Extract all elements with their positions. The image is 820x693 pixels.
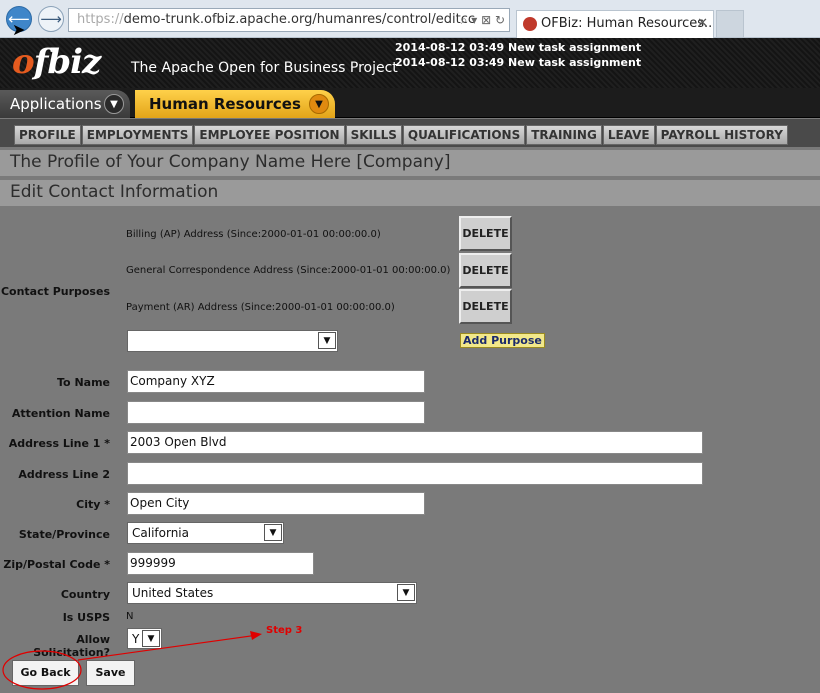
submenu-bar: PROFILE EMPLOYMENTS EMPLOYEE POSITION SKILL… bbox=[0, 119, 820, 147]
chevron-down-icon[interactable]: ▼ bbox=[104, 94, 124, 114]
zip-code-field[interactable]: 999999 bbox=[127, 552, 314, 575]
state-province-select[interactable]: California ▼ bbox=[127, 522, 284, 544]
browser-forward-icon[interactable]: ⟶ bbox=[38, 6, 64, 32]
address-line2-label: Address Line 2 bbox=[18, 468, 110, 481]
tab-employee-position[interactable]: EMPLOYEE POSITION bbox=[194, 125, 345, 145]
address-actions-icon[interactable]: ⌕ ▾ ⊠ ↻ bbox=[461, 9, 505, 31]
country-label: Country bbox=[60, 588, 110, 601]
ofbiz-favicon-icon bbox=[523, 17, 537, 31]
browser-toolbar: ⟵ ⟶ https://demo-trunk.ofbiz.apache.org/… bbox=[0, 0, 820, 39]
chevron-down-icon[interactable]: ▼ bbox=[264, 524, 282, 541]
tab-employments[interactable]: EMPLOYMENTS bbox=[81, 125, 194, 145]
purpose-general-correspondence: General Correspondence Address (Since:20… bbox=[126, 265, 451, 276]
contact-purposes-label: Contact Purposes bbox=[0, 285, 110, 298]
section-title: Edit Contact Information bbox=[0, 180, 820, 206]
arrow-head-icon bbox=[250, 631, 262, 640]
browser-tab-ofbiz[interactable]: OFBiz: Human Resources... ✕ bbox=[516, 10, 714, 38]
delete-payment-button[interactable]: DELETE bbox=[459, 289, 512, 324]
state-province-label: State/Province bbox=[18, 528, 110, 541]
delete-billing-button[interactable]: DELETE bbox=[459, 216, 512, 251]
notification-item[interactable]: 2014-08-12 03:49 New task assignment bbox=[395, 40, 641, 55]
city-field[interactable]: Open City bbox=[127, 492, 425, 515]
notification-item[interactable]: 2014-08-12 03:49 New task assignment bbox=[395, 55, 641, 70]
attention-name-field[interactable] bbox=[127, 401, 425, 424]
step-highlight-ellipse bbox=[2, 650, 82, 690]
country-select[interactable]: United States ▼ bbox=[127, 582, 417, 604]
applications-label: Applications bbox=[10, 95, 102, 113]
delete-general-button[interactable]: DELETE bbox=[459, 253, 512, 288]
tab-qualifications[interactable]: QUALIFICATIONS bbox=[402, 125, 526, 145]
new-tab-button[interactable] bbox=[716, 10, 744, 38]
address-path: /humanres/control/editcc bbox=[312, 12, 476, 27]
address-line1-field[interactable]: 2003 Open Blvd bbox=[127, 431, 703, 454]
notification-list: 2014-08-12 03:49 New task assignment 201… bbox=[395, 40, 641, 70]
address-line1-label: Address Line 1 * bbox=[8, 437, 110, 450]
current-app-tab[interactable]: Human Resources ▼ bbox=[135, 90, 335, 118]
page-title: The Profile of Your Company Name Here [C… bbox=[0, 150, 820, 176]
tab-payroll-history[interactable]: PAYROLL HISTORY bbox=[655, 125, 788, 145]
attention-name-label: Attention Name bbox=[11, 407, 110, 420]
ofbiz-logo[interactable]: ofbiz bbox=[12, 42, 101, 82]
address-line2-field[interactable] bbox=[127, 462, 703, 485]
city-label: City * bbox=[76, 498, 110, 511]
tab-leave[interactable]: LEAVE bbox=[602, 125, 655, 145]
tab-skills[interactable]: SKILLS bbox=[345, 125, 402, 145]
tab-close-icon[interactable]: ✕ bbox=[697, 11, 708, 37]
state-province-value: California bbox=[132, 526, 189, 540]
chevron-down-icon[interactable]: ▼ bbox=[309, 94, 329, 114]
chevron-down-icon[interactable]: ▼ bbox=[397, 584, 415, 601]
current-app-label: Human Resources bbox=[149, 95, 301, 113]
chevron-down-icon[interactable]: ▼ bbox=[318, 332, 336, 349]
purpose-select[interactable]: ▼ bbox=[127, 330, 338, 352]
add-purpose-button[interactable]: Add Purpose bbox=[460, 333, 545, 348]
application-bar: Applications ▼ Human Resources ▼ bbox=[0, 88, 820, 118]
address-bar[interactable]: https://demo-trunk.ofbiz.apache.org/huma… bbox=[68, 8, 510, 32]
to-name-label: To Name bbox=[57, 376, 110, 389]
header-tagline: The Apache Open for Business Project bbox=[131, 60, 398, 76]
purpose-payment: Payment (AR) Address (Since:2000-01-01 0… bbox=[126, 302, 395, 313]
zip-code-label: Zip/Postal Code * bbox=[3, 558, 110, 571]
address-scheme: https:// bbox=[77, 12, 124, 27]
step-label: Step 3 bbox=[266, 625, 303, 636]
address-host: demo-trunk.ofbiz.apache.org bbox=[123, 12, 313, 27]
purpose-billing: Billing (AP) Address (Since:2000-01-01 0… bbox=[126, 229, 381, 240]
tab-training[interactable]: TRAINING bbox=[526, 125, 602, 145]
to-name-field[interactable]: Company XYZ bbox=[127, 370, 425, 393]
tab-title: OFBiz: Human Resources... bbox=[541, 16, 714, 31]
ofbiz-header: ofbiz The Apache Open for Business Proje… bbox=[0, 38, 820, 88]
step-arrow-line bbox=[77, 634, 259, 661]
country-value: United States bbox=[132, 586, 214, 600]
tab-profile[interactable]: PROFILE bbox=[14, 125, 81, 145]
applications-menu[interactable]: Applications ▼ bbox=[0, 90, 130, 118]
mouse-pointer-icon: ➤ bbox=[12, 20, 26, 39]
